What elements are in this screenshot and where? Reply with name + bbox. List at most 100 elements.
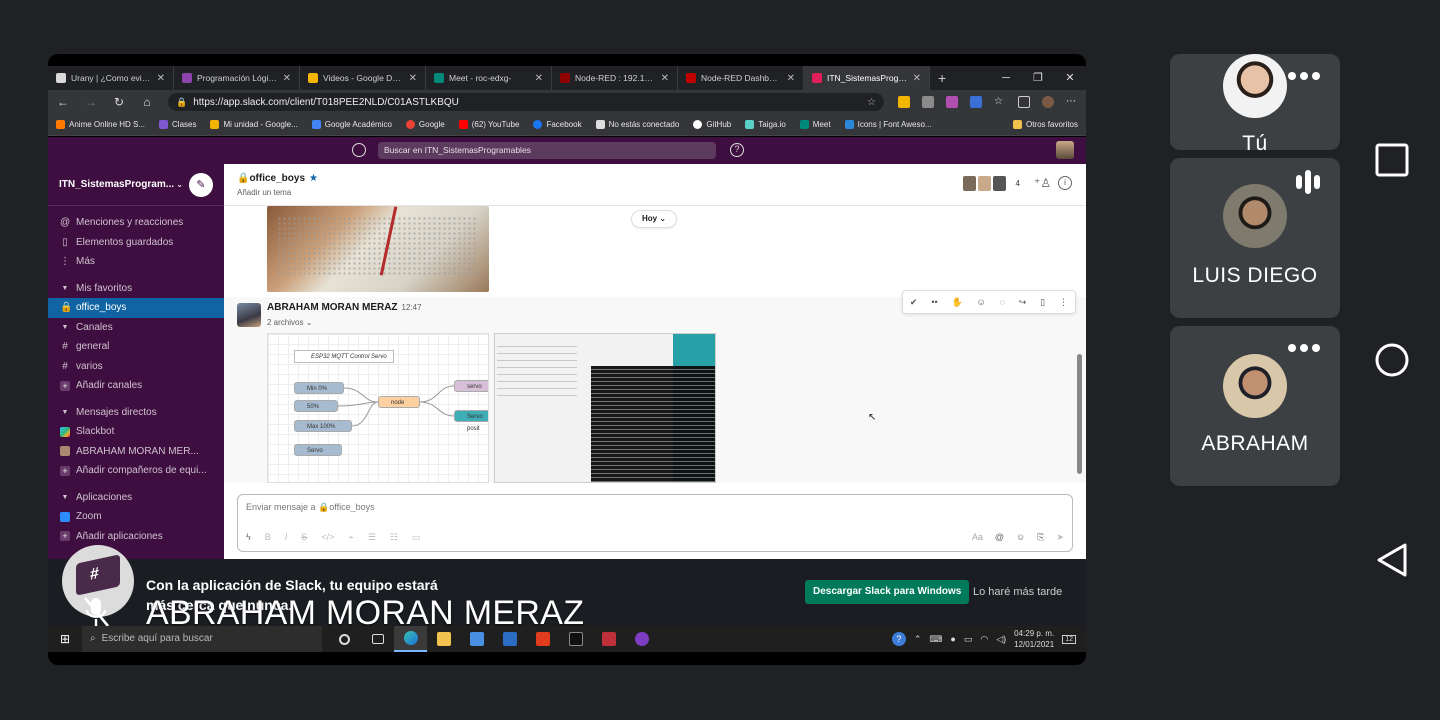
eyes-icon[interactable]: •• bbox=[931, 297, 937, 307]
new-tab-button[interactable]: + bbox=[938, 70, 946, 86]
history-icon[interactable] bbox=[352, 143, 366, 157]
compose-icon[interactable]: ✎ bbox=[189, 172, 213, 197]
member-list-button[interactable]: 4 bbox=[962, 176, 1020, 191]
channel-topic[interactable]: Añadir un tema bbox=[237, 188, 291, 197]
bookmark-item[interactable]: (62) YouTube bbox=[458, 120, 519, 129]
bookmark-item[interactable]: Taiga.io bbox=[745, 120, 786, 129]
participant-tile-you[interactable]: Tú bbox=[1170, 54, 1340, 150]
text-format-icon[interactable]: Aa bbox=[972, 532, 983, 543]
maximize-button[interactable]: ❐ bbox=[1022, 66, 1054, 90]
wifi-icon[interactable]: ◠ bbox=[980, 634, 988, 645]
bookmark-star-icon[interactable]: ☆ bbox=[867, 97, 876, 108]
sidebar-item-mentions[interactable]: @ Menciones y reacciones bbox=[48, 213, 224, 233]
section-favorites[interactable]: ▼ Mis favoritos bbox=[48, 279, 224, 299]
participant-tile-luis-diego[interactable]: LUIS DIEGO bbox=[1170, 158, 1340, 318]
sidebar-item-varios[interactable]: # varios bbox=[48, 357, 224, 377]
battery-icon[interactable]: ▭ bbox=[964, 634, 973, 645]
link-icon[interactable]: ⌁ bbox=[348, 532, 353, 543]
app-icon[interactable] bbox=[592, 626, 625, 652]
profile-avatar[interactable] bbox=[1042, 96, 1054, 108]
bookmark-item[interactable]: Icons | Font Aweso... bbox=[844, 120, 932, 129]
browser-tab[interactable]: Programación Lógica y ✕ bbox=[174, 66, 300, 90]
windows-start-icon[interactable]: ⊞ bbox=[48, 632, 82, 646]
bookmark-item[interactable]: Meet bbox=[799, 120, 831, 129]
recents-nav-icon[interactable] bbox=[1374, 142, 1410, 178]
browser-tab[interactable]: Meet - roc-edxg- ✕ bbox=[426, 66, 552, 90]
add-reaction-icon[interactable]: ☺ bbox=[977, 297, 986, 307]
add-person-icon[interactable]: ⁺♙ bbox=[1034, 176, 1051, 190]
bookmark-item[interactable]: Anime Online HD S... bbox=[56, 120, 145, 129]
tab-close-icon[interactable]: ✕ bbox=[787, 73, 795, 84]
ordered-list-icon[interactable]: ☰ bbox=[368, 532, 376, 543]
message-input[interactable] bbox=[246, 502, 746, 512]
share-icon[interactable]: ↪ bbox=[1019, 297, 1027, 308]
chevron-up-icon[interactable]: ⌃ bbox=[914, 634, 922, 645]
add-teammates-button[interactable]: + Añadir compañeros de equi... bbox=[48, 461, 224, 481]
sidebar-item-office-boys[interactable]: 🔒 office_boys bbox=[48, 298, 224, 318]
italic-icon[interactable]: I bbox=[285, 532, 288, 543]
address-bar[interactable]: 🔒 https://app.slack.com/client/T018PEE2N… bbox=[168, 93, 884, 111]
bookmark-item[interactable]: No estás conectado bbox=[595, 120, 679, 129]
bookmark-item[interactable]: Facebook bbox=[533, 120, 582, 129]
extension-icon[interactable] bbox=[922, 96, 934, 108]
favorites-icon[interactable]: ☆ bbox=[994, 96, 1006, 108]
info-icon[interactable]: i bbox=[1058, 176, 1072, 190]
tab-close-icon[interactable]: ✕ bbox=[283, 73, 291, 84]
nodered-flow-image[interactable]: ESP32 MQTT Control Servo Min 0% 50% Max … bbox=[267, 333, 489, 483]
minimize-button[interactable]: ─ bbox=[990, 66, 1022, 90]
tab-close-icon[interactable]: ✕ bbox=[661, 73, 669, 84]
help-icon[interactable]: ? bbox=[891, 632, 906, 646]
tab-close-icon[interactable]: ✕ bbox=[535, 73, 543, 84]
store-icon[interactable] bbox=[460, 626, 493, 652]
workspace-header[interactable]: ITN_SistemasProgram... ⌄ ✎ bbox=[48, 164, 224, 206]
browser-tab-active[interactable]: ITN_SistemasPrograma✕ bbox=[804, 66, 930, 90]
edge-icon[interactable] bbox=[394, 626, 427, 652]
bookmark-item[interactable]: Clases bbox=[159, 120, 196, 129]
bookmark-icon[interactable]: ▯ bbox=[1040, 297, 1045, 308]
mail-icon[interactable] bbox=[493, 626, 526, 652]
message-sender[interactable]: ABRAHAM MORAN MERAZ 12:47 bbox=[267, 302, 422, 313]
sidebar-item-saved[interactable]: ▯ Elementos guardados bbox=[48, 233, 224, 253]
strike-icon[interactable]: S bbox=[301, 532, 307, 543]
code-block-icon[interactable]: ▭ bbox=[412, 532, 421, 543]
other-bookmarks-folder[interactable]: Otros favoritos bbox=[1012, 120, 1078, 129]
clap-icon[interactable]: ✋ bbox=[951, 297, 962, 308]
extension-icon[interactable] bbox=[946, 96, 958, 108]
close-window-button[interactable]: ✕ bbox=[1054, 66, 1086, 90]
volume-icon[interactable]: ◁) bbox=[996, 634, 1006, 645]
collections-icon[interactable] bbox=[1018, 96, 1030, 108]
browser-tab[interactable]: Node-RED Dashboard ✕ bbox=[678, 66, 804, 90]
send-icon[interactable]: ➤ bbox=[1056, 532, 1064, 543]
sidebar-item-dm-abraham[interactable]: ABRAHAM MORAN MER... bbox=[48, 442, 224, 462]
file-explorer-icon[interactable] bbox=[427, 626, 460, 652]
day-divider[interactable]: Hoy ⌄ bbox=[631, 210, 678, 228]
mention-icon[interactable]: @ bbox=[995, 532, 1004, 543]
taskbar-search[interactable]: ⌕ Escribe aquí para buscar bbox=[82, 626, 322, 652]
task-view-icon[interactable] bbox=[361, 626, 394, 652]
sidebar-item-slackbot[interactable]: Slackbot bbox=[48, 422, 224, 442]
emoji-icon[interactable]: ☺ bbox=[1016, 532, 1025, 543]
sidebar-item-more[interactable]: ⋮ Más bbox=[48, 252, 224, 272]
sidebar-item-zoom[interactable]: Zoom bbox=[48, 507, 224, 527]
extension-icon[interactable] bbox=[898, 96, 910, 108]
message-time[interactable]: 12:47 bbox=[402, 303, 422, 312]
section-apps[interactable]: ▼ Aplicaciones bbox=[48, 488, 224, 508]
breadboard-photo[interactable] bbox=[267, 206, 489, 292]
avatar[interactable] bbox=[237, 303, 261, 327]
tab-close-icon[interactable]: ✕ bbox=[409, 73, 417, 84]
notifications-icon[interactable]: 12 bbox=[1062, 634, 1076, 644]
terminal-icon[interactable] bbox=[559, 626, 592, 652]
forward-arrow-icon[interactable]: → bbox=[84, 95, 98, 109]
bookmark-item[interactable]: Mi unidad - Google... bbox=[210, 120, 298, 129]
section-channels[interactable]: ▼ Canales bbox=[48, 318, 224, 338]
message-scrollbar[interactable] bbox=[1077, 354, 1082, 474]
sidebar-item-general[interactable]: # general bbox=[48, 337, 224, 357]
office-icon[interactable] bbox=[526, 626, 559, 652]
code-icon[interactable]: </> bbox=[321, 532, 334, 543]
check-icon[interactable]: ✔ bbox=[910, 297, 918, 308]
later-button[interactable]: Lo haré más tarde bbox=[973, 586, 1062, 598]
section-direct-messages[interactable]: ▼ Mensajes directos bbox=[48, 403, 224, 423]
participant-tile-abraham[interactable]: ABRAHAM bbox=[1170, 326, 1340, 486]
tab-close-icon[interactable]: ✕ bbox=[913, 73, 921, 84]
terminal-screenshot-image[interactable] bbox=[494, 333, 716, 483]
